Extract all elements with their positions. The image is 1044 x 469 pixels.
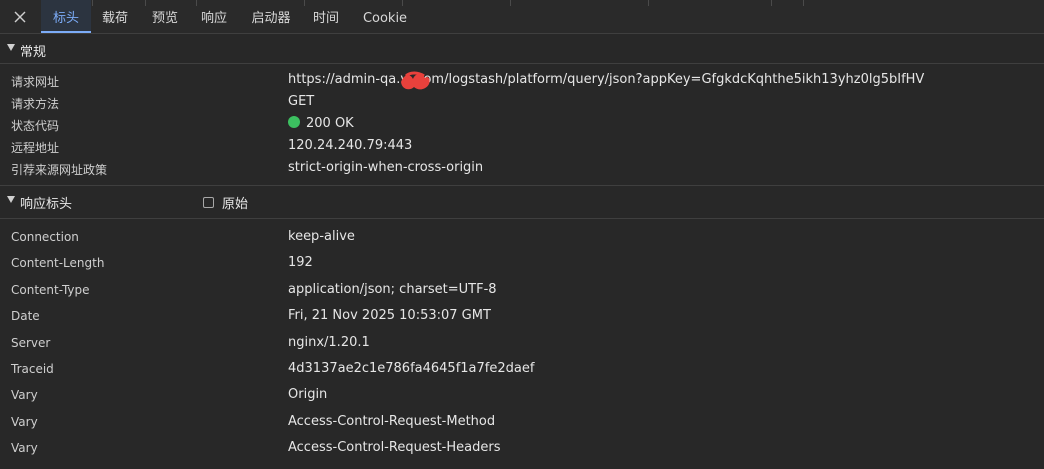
response-headers-section-header[interactable]: 响应标头 原始	[0, 187, 1044, 215]
request-method-value: GET	[288, 94, 315, 109]
status-code: 200 OK	[288, 116, 354, 131]
tab-payload[interactable]: 载荷	[96, 0, 134, 33]
header-row-value: Access-Control-Request-Headers	[288, 440, 501, 455]
header-row-value: Fri, 21 Nov 2025 10:53:07 GMT	[288, 308, 491, 323]
request-url-value: https://admin-qa.v .com/logstash/platfor…	[288, 72, 925, 87]
tab-initiator[interactable]: 启动器	[245, 0, 297, 33]
raw-checkbox[interactable]: 原始	[203, 193, 248, 212]
section-divider	[0, 185, 1044, 186]
header-row-value: keep-alive	[288, 229, 355, 244]
general-row-name: 引荐来源网址政策	[11, 163, 108, 177]
header-row-value: nginx/1.20.1	[288, 335, 370, 350]
general-divider	[0, 63, 1044, 64]
header-row-value: 192	[288, 255, 313, 270]
general-section-header[interactable]: 常规	[0, 35, 1044, 63]
raw-checkbox-label: 原始	[222, 197, 249, 212]
header-row-name: Content-Type	[11, 283, 90, 297]
tab-timing[interactable]: 时间	[307, 0, 345, 33]
general-row-name: 远程地址	[11, 141, 60, 155]
header-row-name: Date	[11, 309, 40, 323]
general-row-name: 状态代码	[11, 119, 60, 133]
tab-preview[interactable]: 预览	[146, 0, 184, 33]
remote-address-value: 120.24.240.79:443	[288, 138, 413, 153]
header-row-name: Server	[11, 336, 51, 350]
triangle-down-icon	[7, 44, 15, 51]
general-row-name: 请求方法	[11, 97, 60, 111]
header-row-name: Traceid	[11, 362, 54, 376]
tab-response[interactable]: 响应	[195, 0, 233, 33]
header-row-value: 4d3137ae2c1e786fa4645f1a7fe2daef	[288, 361, 535, 376]
header-row-name: Content-Length	[11, 256, 105, 270]
response-headers-divider	[0, 218, 1044, 219]
general-row-name: 请求网址	[11, 75, 60, 89]
header-row-value: application/json; charset=UTF-8	[288, 282, 497, 297]
header-row-value: Origin	[288, 387, 328, 402]
devtools-tabbar: 标头 载荷 预览 响应 启动器 时间 Cookie	[0, 0, 1044, 34]
checkbox-icon	[203, 197, 214, 208]
status-dot-icon	[288, 116, 300, 128]
close-icon	[14, 11, 26, 23]
header-row-name: Vary	[11, 415, 38, 429]
status-code-value: 200 OK	[306, 116, 354, 131]
header-row-name: Vary	[11, 388, 38, 402]
response-headers-title: 响应标头	[20, 197, 73, 212]
header-row-name: Connection	[11, 230, 79, 244]
tab-cookies[interactable]: Cookie	[357, 0, 413, 33]
general-section-title: 常规	[20, 45, 47, 60]
header-row-name: Vary	[11, 441, 38, 455]
close-button[interactable]	[11, 8, 29, 26]
triangle-down-icon	[7, 196, 15, 203]
tab-headers[interactable]: 标头	[41, 0, 91, 33]
referrer-policy-value: strict-origin-when-cross-origin	[288, 160, 484, 175]
header-row-value: Access-Control-Request-Method	[288, 414, 496, 429]
